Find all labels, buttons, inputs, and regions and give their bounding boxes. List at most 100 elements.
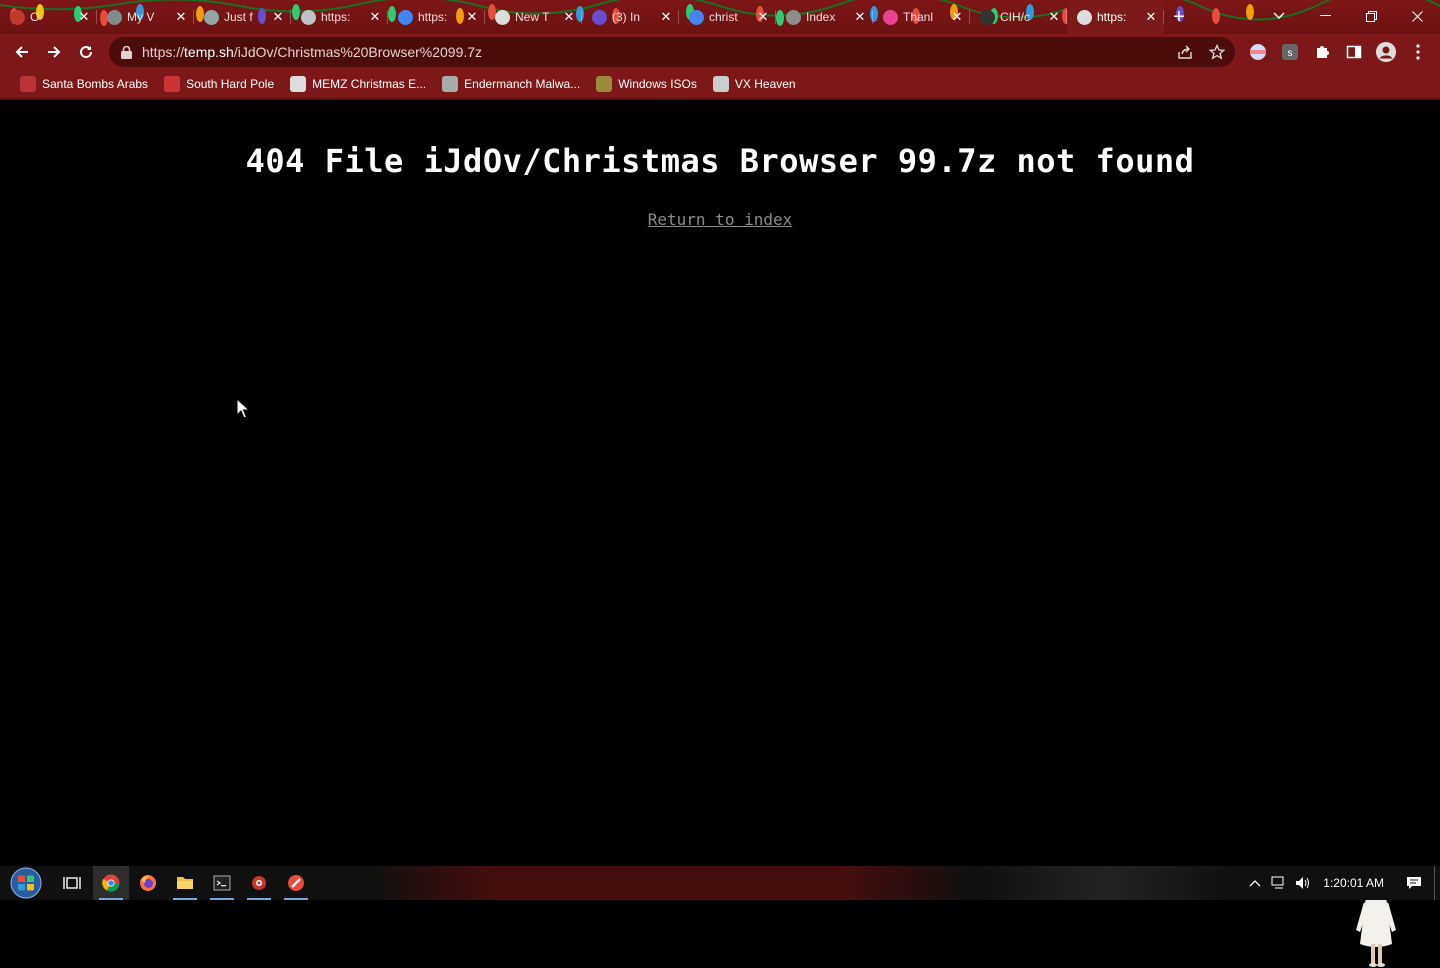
tab-8[interactable]: Index ✕ [776,0,873,34]
tab-3[interactable]: https: ✕ [291,0,388,34]
extensions-menu-button[interactable] [1308,38,1336,66]
bookmark-item[interactable]: VX Heaven [705,71,804,97]
taskbar-app[interactable] [241,866,277,900]
tab-title: My V [127,10,155,24]
chevron-down-icon [1273,12,1285,20]
tab-close-icon[interactable]: ✕ [77,10,91,24]
snowflake-icon [164,76,181,92]
taskbar-chrome[interactable] [93,866,129,900]
app-icon [252,876,266,890]
tab-4[interactable]: https: ✕ [388,0,485,34]
lock-icon[interactable] [121,45,135,59]
taskbar: 1:20:01 AM [0,866,1440,900]
reload-button[interactable] [70,36,102,68]
extension-s-button[interactable]: s [1276,38,1304,66]
tab-close-icon[interactable]: ✕ [1144,10,1158,24]
tab-title: Just f [224,10,253,24]
taskbar-app-2[interactable] [278,866,314,900]
extension-button[interactable] [1244,38,1272,66]
tab-6[interactable]: (3) In ✕ [582,0,679,34]
tab-2[interactable]: Just f ✕ [194,0,291,34]
share-icon [1178,45,1192,59]
show-hidden-icons-button[interactable] [1243,866,1267,900]
star-icon [1209,44,1225,60]
taskbar-clock[interactable]: 1:20:01 AM [1315,876,1394,890]
tab-title: CIH/c [1000,10,1030,24]
taskbar-file-explorer[interactable] [167,866,203,900]
tab-title: https: [418,10,448,24]
tab-close-icon[interactable]: ✕ [174,10,188,24]
action-center-button[interactable] [1394,866,1434,900]
tab-search-button[interactable] [1267,4,1291,28]
tab-10[interactable]: CIH/c ✕ [970,0,1067,34]
taskbar-decoration [370,866,970,900]
tab-close-icon[interactable]: ✕ [368,10,382,24]
return-to-index-link[interactable]: Return to index [648,210,793,229]
restore-button[interactable] [1348,0,1394,32]
google-icon [689,9,704,25]
minimize-button[interactable] [1302,0,1348,32]
arrow-left-icon [15,46,28,58]
tab-title: (3) In [612,10,641,24]
app2-icon [288,875,304,891]
bookmark-star-button[interactable] [1205,40,1229,64]
folder-icon [177,877,193,889]
system-tray: 1:20:01 AM [1243,866,1440,900]
puzzle-icon [1317,46,1329,58]
close-window-button[interactable] [1394,0,1440,32]
browser-menu-button[interactable] [1404,38,1432,66]
tab-close-icon[interactable]: ✕ [659,10,673,24]
tab-close-icon[interactable]: ✕ [950,10,964,24]
tab-close-icon[interactable]: ✕ [271,10,285,24]
start-button[interactable] [8,867,44,899]
profile-button[interactable] [1372,38,1400,66]
terminal-icon [213,875,231,891]
side-panel-button[interactable] [1340,38,1368,66]
back-button[interactable] [6,36,38,68]
address-bar[interactable]: https://temp.sh/iJdOv/Christmas%20Browse… [109,37,1235,67]
mouse-cursor-icon [236,398,250,419]
bookmark-item[interactable]: Santa Bombs Arabs [12,71,156,97]
bookmark-item[interactable]: Windows ISOs [588,71,705,97]
tab-close-icon[interactable]: ✕ [1047,10,1061,24]
bookmark-item[interactable]: South Hard Pole [156,71,282,97]
task-view-icon [63,877,81,889]
tab-title: christ [709,10,738,24]
return-to-index-link-wrap: Return to index [0,210,1440,229]
tab-11[interactable]: https: ✕ [1067,0,1164,34]
show-desktop-button[interactable] [1434,866,1440,900]
taskbar-terminal[interactable] [204,866,240,900]
url-scheme: https:// [142,44,185,60]
tab-5[interactable]: New T ✕ [485,0,582,34]
s-extension-icon: s [1282,44,1298,60]
tab-strip: O ✕ My V ✕ Just f ✕ https: ✕ https: ✕ New T ✕ (3) In… [0,0,1440,34]
mail-icon [592,9,607,25]
tab-close-icon[interactable]: ✕ [853,10,867,24]
tab-close-icon[interactable]: ✕ [756,10,770,24]
globe-icon [301,9,316,25]
tab-title: New T [515,10,550,24]
tab-close-icon[interactable]: ✕ [465,10,479,24]
window-controls [1302,0,1440,34]
tab-0[interactable]: O ✕ [0,0,97,34]
network-button[interactable] [1267,866,1291,900]
url-host: temp.sh [184,44,234,60]
volume-button[interactable] [1291,866,1315,900]
forward-button[interactable] [38,36,70,68]
tab-close-icon[interactable]: ✕ [562,10,576,24]
share-button[interactable] [1173,40,1197,64]
tab-9[interactable]: Thanl ✕ [873,0,970,34]
bookmark-item[interactable]: MEMZ Christmas E... [282,71,434,97]
network-icon [1271,876,1284,889]
extensions-area: s [1244,34,1432,70]
taskbar-firefox[interactable] [130,866,166,900]
new-tab-button[interactable]: + [1166,4,1192,30]
tab-1[interactable]: My V ✕ [97,0,194,34]
tab-title: O [30,10,40,24]
reload-icon [80,46,93,59]
task-view-button[interactable] [54,866,90,900]
page-title: 404 File iJdOv/Christmas Browser 99.7z n… [245,142,1195,180]
browser-toolbar: https://temp.sh/iJdOv/Christmas%20Browse… [0,34,1440,70]
tab-7[interactable]: christ ✕ [679,0,776,34]
bookmark-item[interactable]: Endermanch Malwa... [434,71,588,97]
